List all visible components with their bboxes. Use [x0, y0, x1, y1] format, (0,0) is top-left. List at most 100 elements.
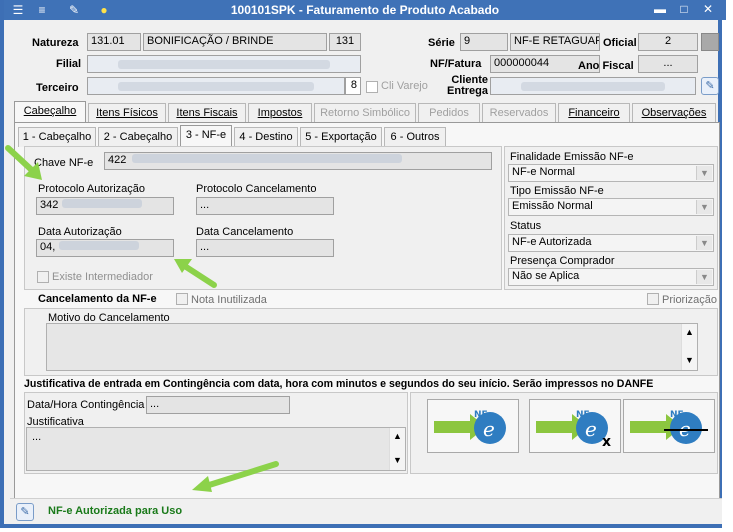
priorizacao-checkbox[interactable]	[647, 293, 659, 305]
status-bar: ✎ NF-e Autorizada para Uso	[10, 498, 722, 524]
cliente-entrega-label: Cliente Entrega	[447, 74, 488, 97]
protocolo-cancelamento-label: Protocolo Cancelamento	[196, 183, 317, 195]
chevron-up-icon[interactable]: ▲	[682, 327, 697, 337]
subtab-2-cabecalho[interactable]: 2 - Cabeçalho	[98, 127, 178, 147]
chevron-down-icon[interactable]: ▼	[682, 355, 697, 365]
finalidade-label: Finalidade Emissão NF-e	[510, 151, 634, 163]
terceiro-field[interactable]	[87, 77, 345, 95]
data-cancelamento-label: Data Cancelamento	[196, 226, 294, 238]
priorizacao-label: Priorização	[662, 294, 718, 306]
minimize-button[interactable]: ▬	[650, 1, 670, 18]
protocolo-cancelamento-field[interactable]: ...	[196, 197, 334, 215]
oficial-field[interactable]: 2	[638, 33, 698, 51]
window-title: 100101SPK - Faturamento de Produto Acaba…	[230, 3, 500, 17]
annotation-arrow-icon	[174, 259, 217, 288]
tab-observacoes[interactable]: Observações	[632, 103, 716, 123]
data-contingencia-label: Data/Hora Contingência	[27, 399, 145, 411]
data-autorizacao-label: Data Autorização	[38, 226, 122, 238]
terceiro-label: Terceiro	[36, 82, 79, 94]
status-select[interactable]: NF-e Autorizada ▼	[508, 234, 714, 252]
nfe-cancel-icon: e NF x	[536, 410, 611, 446]
tab-financeiro[interactable]: Financeiro	[558, 103, 630, 123]
nfe-icon: e NF	[434, 410, 506, 444]
svg-text:e: e	[585, 417, 597, 441]
scrollbar[interactable]: ▲ ▼	[389, 428, 405, 470]
protocolo-autorizacao-field[interactable]: 342	[36, 197, 174, 215]
chevron-up-icon[interactable]: ▲	[390, 431, 405, 441]
filial-field[interactable]	[87, 55, 361, 73]
nfe-inutilizar-icon: e NF	[630, 410, 708, 444]
svg-text:NF: NF	[670, 410, 684, 420]
existe-intermediador-checkbox[interactable]	[37, 271, 49, 283]
cli-varejo-checkbox[interactable]	[366, 81, 378, 93]
terceiro-num-field[interactable]: 8	[345, 77, 361, 95]
serie-label: Série	[428, 37, 455, 49]
contingencia-title: Justificativa de entrada em Contingência…	[24, 378, 654, 390]
oficial-label: Oficial	[603, 37, 637, 49]
redacted-text	[62, 199, 143, 208]
presenca-select[interactable]: Não se Aplica ▼	[508, 268, 714, 286]
finalidade-select[interactable]: NF-e Normal ▼	[508, 164, 714, 182]
existe-intermediador-label: Existe Intermediador	[52, 271, 153, 283]
cliente-entrega-field[interactable]	[490, 77, 696, 95]
subtab-4-destino[interactable]: 4 - Destino	[234, 127, 298, 147]
serie-field[interactable]: 9	[460, 33, 508, 51]
annotation-arrow-icon	[5, 145, 42, 180]
svg-text:NF: NF	[576, 410, 590, 420]
chave-nfe-field[interactable]: 422	[104, 152, 492, 170]
presenca-label: Presença Comprador	[510, 255, 615, 267]
maximize-button[interactable]: □	[674, 1, 694, 18]
inutilizar-nfe-button[interactable]: e NF	[623, 399, 715, 453]
status-label: Status	[510, 220, 542, 232]
tab-cabecalho[interactable]: Cabeçalho	[14, 101, 86, 123]
chevron-down-icon: ▼	[696, 166, 712, 180]
tab-itens-fisicos[interactable]: Itens Físicos	[88, 103, 166, 123]
cancelar-nfe-button[interactable]: e NF x	[529, 399, 621, 453]
chevron-down-icon[interactable]: ▼	[390, 455, 405, 465]
serie-desc-field[interactable]: NF-E RETAGUARD	[510, 33, 600, 51]
subtab-3-nfe[interactable]: 3 - NF-e	[180, 125, 232, 147]
motivo-textarea[interactable]: ▲ ▼	[46, 323, 698, 371]
main-window: ☰ ≡ ✎ ● 100101SPK - Faturamento de Produ…	[0, 0, 726, 528]
natureza-code-field[interactable]: 131.01	[87, 33, 141, 51]
chevron-down-icon: ▼	[696, 270, 712, 284]
tab-reservados[interactable]: Reservados	[482, 103, 556, 123]
nota-inutilizada-label: Nota Inutilizada	[191, 294, 267, 306]
nf-fatura-label: NF/Fatura	[430, 58, 482, 70]
ano-fiscal-field[interactable]: ...	[638, 55, 698, 73]
annotation-arrow-icon	[192, 461, 279, 492]
tab-itens-fiscais[interactable]: Itens Fiscais	[168, 103, 246, 123]
nfe-actions-panel: e NF e NF x e NF	[410, 392, 718, 474]
ano-fiscal-label: Ano Fiscal	[578, 60, 634, 72]
subtab-5-exportacao[interactable]: 5 - Exportação	[300, 127, 382, 147]
transmitir-nfe-button[interactable]: e NF	[427, 399, 519, 453]
natureza-label: Natureza	[32, 37, 79, 49]
redacted-text	[59, 241, 140, 250]
cli-varejo-label: Cli Varejo	[381, 80, 428, 92]
scrollbar[interactable]: ▲ ▼	[681, 324, 697, 370]
cancelamento-title: Cancelamento da NF-e	[38, 293, 157, 305]
status-text: NF-e Autorizada para Uso	[48, 505, 183, 517]
edit-icon[interactable]: ✎	[701, 77, 719, 95]
natureza-num-field[interactable]: 131	[329, 33, 361, 51]
chevron-down-icon: ▼	[696, 236, 712, 250]
data-autorizacao-field[interactable]: 04,	[36, 239, 174, 257]
data-contingencia-field[interactable]: ...	[146, 396, 290, 414]
oficial-button[interactable]	[701, 33, 719, 51]
natureza-desc-field[interactable]: BONIFICAÇÃO / BRINDE	[143, 33, 327, 51]
filial-label: Filial	[56, 58, 82, 70]
redacted-text	[132, 154, 403, 163]
svg-text:e: e	[483, 417, 495, 441]
subtab-6-outros[interactable]: 6 - Outros	[384, 127, 446, 147]
tab-pedidos[interactable]: Pedidos	[418, 103, 480, 123]
title-bar: ☰ ≡ ✎ ● 100101SPK - Faturamento de Produ…	[4, 0, 726, 20]
svg-text:x: x	[602, 434, 611, 446]
tab-impostos[interactable]: Impostos	[248, 103, 312, 123]
tipo-emissao-label: Tipo Emissão NF-e	[510, 185, 604, 197]
nfe-status-icon: ✎	[16, 503, 34, 521]
tab-retorno-simbolico[interactable]: Retorno Simbólico	[314, 103, 416, 123]
tipo-emissao-select[interactable]: Emissão Normal ▼	[508, 198, 714, 216]
svg-text:NF: NF	[474, 410, 488, 420]
chevron-down-icon: ▼	[696, 200, 712, 214]
close-button[interactable]: ✕	[698, 1, 718, 18]
